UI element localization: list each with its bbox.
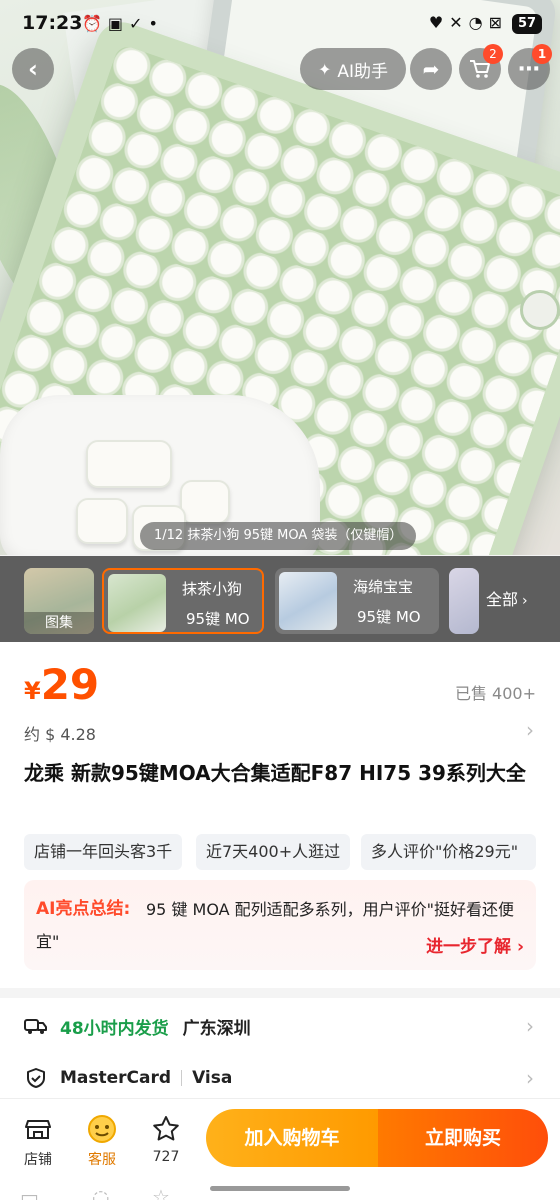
chevron-right-icon: › — [516, 937, 524, 957]
sku-option-spec: 95键 MO — [186, 610, 250, 628]
price-value: 29 — [40, 660, 100, 709]
bottom-action-bar: 店铺 客服 727 加入购物车 立即购买 ▭ ◌ ☆ — [0, 1098, 560, 1200]
back-button[interactable]: ‹ — [12, 48, 54, 90]
ai-summary-label: AI亮点总结: — [36, 899, 131, 919]
chevron-right-icon: › — [522, 593, 528, 609]
payment-row[interactable]: MasterCard Visa › — [24, 1058, 536, 1098]
customer-service-label: 客服 — [88, 1152, 116, 1168]
sku-option-name: 抹茶小狗 — [182, 580, 243, 598]
chevron-right-icon: › — [526, 1066, 534, 1090]
ai-sparkle-icon: ✦ — [317, 59, 332, 79]
checkmark-icon: ✓ — [129, 14, 149, 33]
delivery-card: 48小时内发货 广东深圳 › MasterCard Visa › — [0, 998, 560, 1110]
status-time: 17:23 — [22, 12, 83, 34]
sku-option-image — [108, 574, 166, 632]
buy-now-button[interactable]: 立即购买 — [378, 1109, 548, 1167]
info-tag[interactable]: 多人评价"价格29元" — [361, 834, 536, 870]
sku-option-spec: 95键 MO — [357, 608, 421, 626]
star-icon — [138, 1113, 194, 1145]
ai-learn-more-label: 进一步了解 — [426, 937, 512, 957]
gallery-thumb[interactable]: 图集 — [24, 568, 94, 634]
sku-strip: 图集 抹茶小狗 95键 MO 海绵宝宝 95键 MO 全部 › — [0, 556, 560, 642]
ai-assistant-label: AI助手 — [337, 61, 389, 82]
approx-usd-price[interactable]: 约 $ 4.28 — [24, 721, 96, 745]
cart-badge: 2 — [483, 44, 503, 64]
chevron-left-icon: ‹ — [28, 55, 38, 83]
mute-icon: ✕ — [449, 13, 469, 32]
status-right-icons: ♥✕◔⊠ — [429, 13, 508, 32]
shield-check-icon — [24, 1066, 48, 1090]
sku-option-image — [279, 572, 337, 630]
store-label: 店铺 — [24, 1152, 52, 1168]
share-button[interactable]: ➦ — [410, 48, 452, 90]
cart-button[interactable]: 2 — [459, 44, 503, 90]
customer-service-icon — [74, 1113, 130, 1145]
shipping-row[interactable]: 48小时内发货 广东深圳 › — [24, 1006, 536, 1046]
ghost-icon: ☆ — [152, 1185, 170, 1200]
status-bar: 17:23 ⏰▣✓• ♥✕◔⊠ 57 — [0, 0, 560, 48]
sold-count: 已售 400+ — [454, 684, 536, 703]
wifi-icon: ◔ — [468, 13, 489, 32]
home-indicator[interactable] — [210, 1186, 350, 1191]
sku-option[interactable]: 海绵宝宝 95键 MO — [275, 568, 439, 634]
sku-option-selected[interactable]: 抹茶小狗 95键 MO — [102, 568, 264, 634]
ghost-icon: ▭ — [20, 1185, 39, 1200]
product-info-card: ¥29 已售 400+ 约 $ 4.28 › 龙乘 新款95键MOA大合集适配F… — [0, 642, 560, 988]
keycap — [180, 480, 230, 524]
divider — [181, 1070, 183, 1086]
share-icon: ➦ — [422, 57, 440, 81]
image-counter: 1/12 抹茶小狗 95键 MOA 袋装（仅键帽） — [140, 522, 417, 550]
status-left-icons: ⏰▣✓• — [82, 14, 164, 33]
alarm-icon: ⏰ — [82, 14, 108, 33]
ship-time: 48小时内发货 — [60, 1018, 169, 1039]
sku-option-partial[interactable] — [449, 568, 479, 634]
ship-location: 广东深圳 — [182, 1018, 251, 1039]
keycap-shift — [86, 440, 172, 488]
favorite-count: 727 — [152, 1149, 180, 1165]
sku-option-name: 海绵宝宝 — [353, 578, 414, 596]
customer-service-button[interactable]: 客服 — [74, 1113, 130, 1169]
product-title: 龙乘 新款95键MOA大合集适配F87 HI75 39系列大全 — [24, 761, 526, 785]
battery-indicator: 57 — [512, 14, 542, 34]
dot-icon: • — [148, 14, 164, 33]
chevron-right-icon: › — [526, 1014, 534, 1038]
ai-summary-box[interactable]: 95 键 MOA 配列适配多系列，用户评价"挺好看还便宜" AI亮点总结: 进一… — [24, 880, 536, 970]
payment-method: MasterCard — [60, 1068, 172, 1088]
store-icon — [10, 1113, 66, 1145]
add-to-cart-button[interactable]: 加入购物车 — [206, 1109, 378, 1167]
all-options-label: 全部 — [486, 590, 519, 609]
screen-capture-icon: ▣ — [107, 14, 130, 33]
payment-method: Visa — [192, 1068, 233, 1088]
all-options-button[interactable]: 全部 › — [486, 586, 528, 610]
currency-symbol: ¥ — [24, 677, 41, 705]
sku-option-image — [449, 568, 479, 634]
keyboard-knob — [520, 290, 560, 330]
info-tag[interactable]: 店铺一年回头客3千 — [24, 834, 183, 870]
gallery-label: 图集 — [24, 612, 94, 634]
favorite-button[interactable]: 727 — [138, 1113, 194, 1165]
chevron-right-icon[interactable]: › — [526, 718, 534, 742]
price: ¥29 — [24, 660, 99, 709]
ai-assistant-button[interactable]: ✦ AI助手 — [300, 48, 406, 90]
heart-icon: ♥ — [428, 13, 450, 32]
store-button[interactable]: 店铺 — [10, 1113, 66, 1169]
close-icon: ⊠ — [488, 13, 508, 32]
info-tag[interactable]: 近7天400+人逛过 — [196, 834, 351, 870]
truck-icon — [24, 1014, 48, 1038]
ghost-icon: ◌ — [92, 1185, 110, 1200]
more-button[interactable]: ⋯ 1 — [508, 44, 552, 90]
keycap — [76, 498, 128, 544]
more-badge: 1 — [532, 44, 552, 64]
product-detail-page: 17:23 ⏰▣✓• ♥✕◔⊠ 57 ‹ ✦ AI助手 ➦ 2 ⋯ 1 1/12… — [0, 0, 560, 1200]
ai-learn-more-link[interactable]: 进一步了解 › — [426, 932, 524, 957]
